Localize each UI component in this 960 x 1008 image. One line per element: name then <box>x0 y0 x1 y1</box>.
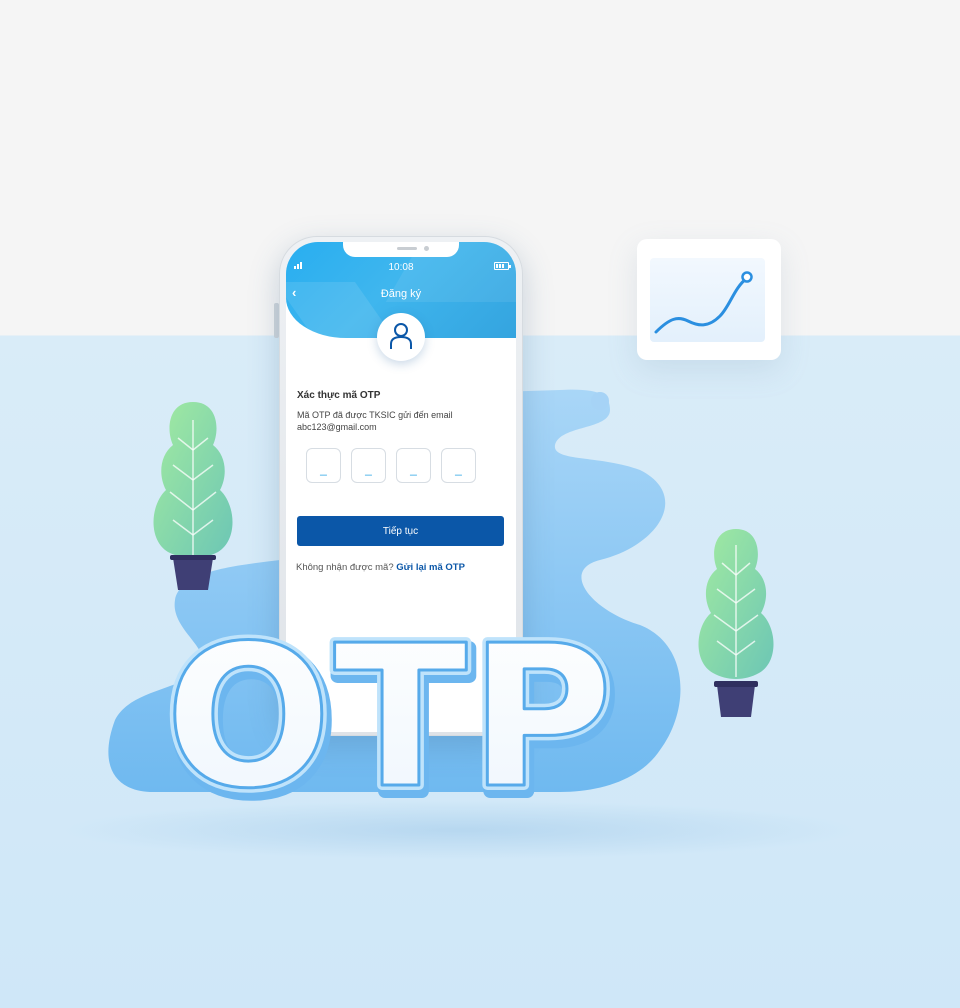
battery-icon <box>494 262 511 270</box>
chart-card-panel <box>650 258 765 342</box>
otp-heading: Xác thực mã OTP <box>297 390 381 401</box>
otp-hero-face: OTP <box>165 615 615 815</box>
resend-prompt: Không nhận được mã? <box>296 562 394 573</box>
otp-digit-input[interactable]: _ <box>351 448 386 483</box>
continue-button[interactable]: Tiếp tục <box>297 516 504 546</box>
otp-description-line: Mã OTP đã được TKSIC gửi đến email <box>297 410 453 420</box>
chart-card <box>637 239 781 360</box>
plant-right-illustration <box>698 529 774 717</box>
status-time: 10:08 <box>388 262 414 273</box>
otp-input-group: _ _ _ _ <box>306 448 476 483</box>
otp-hero-text: OTP OTP OTP <box>160 615 623 815</box>
plant-left-illustration <box>153 402 233 590</box>
otp-digit-input[interactable]: _ <box>306 448 341 483</box>
phone-camera <box>424 246 429 251</box>
trend-line-icon <box>654 271 753 334</box>
user-icon <box>390 323 412 349</box>
otp-email: abc123@gmail.com <box>297 422 377 432</box>
otp-description: Mã OTP đã được TKSIC gửi đến email abc12… <box>297 409 497 433</box>
phone-speaker <box>397 247 417 250</box>
resend-row: Không nhận được mã? Gửi lại mã OTP <box>296 562 465 573</box>
avatar <box>377 313 425 361</box>
page-title: Đăng ký <box>380 288 422 300</box>
otp-digit-input[interactable]: _ <box>441 448 476 483</box>
resend-otp-link[interactable]: Gửi lại mã OTP <box>396 562 465 573</box>
otp-digit-input[interactable]: _ <box>396 448 431 483</box>
